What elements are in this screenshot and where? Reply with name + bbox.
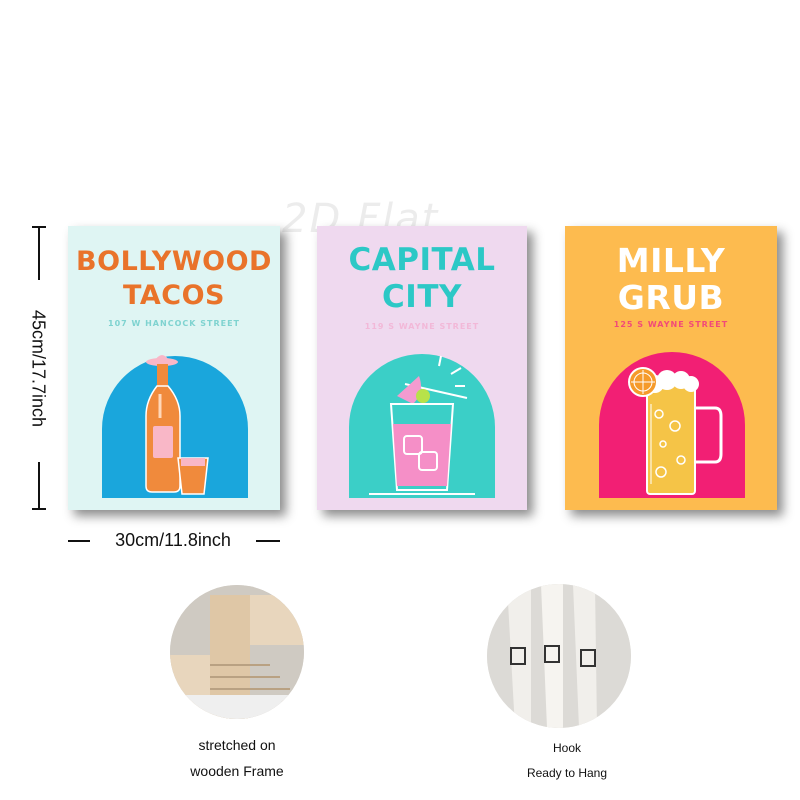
hooks-caption-line2: Ready to Hang [526, 766, 608, 780]
hooks-photo [487, 584, 631, 728]
tequila-bottle-icon [145, 355, 209, 495]
poster-address: 107 W HANCOCK STREET [108, 319, 240, 328]
height-dimension-label: 45cm/17.7inch [28, 309, 49, 428]
poster-title: MILLY GRUB [565, 241, 777, 317]
poster-title-line1: MILLY [616, 241, 726, 280]
poster-bollywood-tacos: BOLLYWOOD TACOS 107 W HANCOCK STREET [68, 226, 280, 510]
poster-title-line2: CITY [382, 278, 462, 315]
poster-title-line1: CAPITAL [348, 242, 496, 278]
poster-title-line1: BOLLYWOOD [76, 246, 272, 277]
poster-address: 119 S WAYNE STREET [364, 322, 480, 331]
poster-title: BOLLYWOOD TACOS [68, 246, 280, 312]
poster-capital-city: CAPITAL CITY 119 S WAYNE STREET [317, 226, 527, 510]
sawtooth-hook-icon [487, 584, 631, 728]
beer-mug-icon [628, 367, 723, 495]
poster-title: CAPITAL CITY [317, 244, 527, 313]
poster-title-line2: TACOS [123, 280, 225, 312]
hooks-caption-line1: Hook [552, 741, 581, 755]
height-dimension-line-top [38, 228, 40, 280]
wooden-frame-icon [170, 585, 304, 719]
hooks-caption: Hook Ready to Hang [497, 736, 637, 786]
width-dimension-line-left [68, 540, 90, 542]
wooden-frame-photo [170, 585, 304, 719]
height-dimension-cap-bottom [32, 508, 46, 510]
poster-title-line2: GRUB [617, 277, 725, 317]
height-dimension-line-bottom [38, 462, 40, 510]
width-dimension-line-right [256, 540, 280, 542]
wooden-frame-caption-line2: wooden Frame [190, 763, 284, 779]
poster-address: 125 S WAYNE STREET [613, 320, 729, 329]
poster-milly-grub: MILLY GRUB 125 S WAYNE STREET [565, 226, 777, 510]
wooden-frame-caption-line1: stretched on [198, 737, 276, 753]
width-dimension-label: 30cm/11.8inch [115, 530, 231, 550]
height-dimension-cap-top [32, 226, 46, 228]
wooden-frame-caption: stretched on wooden Frame [157, 732, 317, 784]
cocktail-glass-icon [369, 355, 475, 495]
